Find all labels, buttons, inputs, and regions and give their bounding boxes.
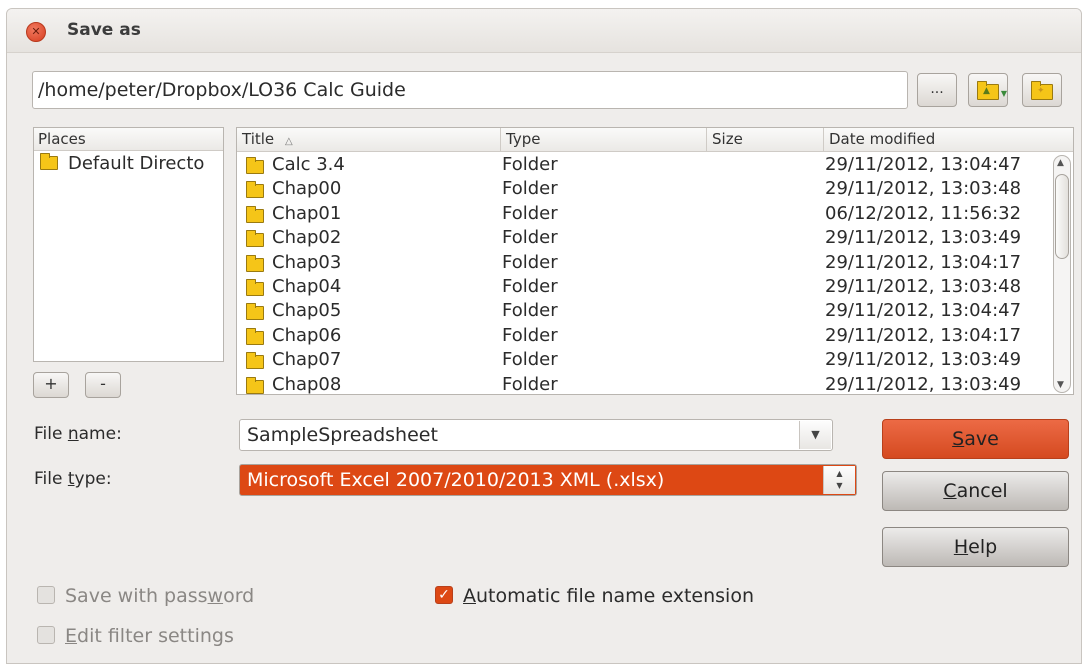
row-date: 29/11/2012, 13:03:48 [825, 178, 1022, 200]
row-date: 06/12/2012, 11:56:32 [825, 202, 1022, 224]
row-type: Folder [502, 227, 558, 249]
row-type: Folder [502, 349, 558, 371]
row-title: Chap05 [272, 300, 342, 322]
table-row[interactable]: Chap01 Folder 06/12/2012, 11:56:32 [237, 202, 1049, 226]
folder-icon [246, 181, 264, 199]
add-place-button[interactable]: + [33, 372, 69, 398]
folder-icon [246, 303, 264, 321]
row-type: Folder [502, 373, 558, 395]
table-row[interactable]: Chap06 Folder 29/11/2012, 13:04:17 [237, 324, 1049, 348]
folder-icon [246, 157, 264, 174]
cancel-button[interactable]: Cancel [882, 471, 1069, 511]
new-folder-button[interactable]: ✦ [1022, 73, 1062, 107]
dialog-title: Save as [67, 20, 141, 40]
file-list: Title △ Type Size Date modified Calc 3.4… [236, 127, 1074, 395]
folder-icon [246, 205, 264, 223]
check-icon[interactable]: ✓ [435, 585, 453, 604]
file-name-value: SampleSpreadsheet [247, 424, 438, 446]
row-date: 29/11/2012, 13:03:49 [825, 349, 1022, 371]
help-button[interactable]: Help [882, 527, 1069, 567]
folder-icon [246, 327, 264, 345]
row-title: Calc 3.4 [272, 154, 345, 175]
file-type-label: File type: [34, 469, 112, 489]
edit-filter-option[interactable]: Edit filter settings [37, 625, 234, 647]
sort-ascending-icon: △ [284, 136, 293, 147]
table-row[interactable]: Chap04 Folder 29/11/2012, 13:03:48 [237, 275, 1049, 299]
row-type: Folder [502, 154, 558, 175]
close-icon[interactable]: ✕ [26, 22, 46, 42]
row-title: Chap06 [272, 324, 342, 346]
folder-icon [246, 254, 264, 272]
folder-icon [246, 278, 264, 296]
column-title-label: Title [242, 130, 275, 148]
places-item-default-directory[interactable]: Default Directo [34, 151, 223, 177]
row-title: Chap02 [272, 227, 342, 249]
row-type: Folder [502, 324, 558, 346]
column-header-date[interactable]: Date modified [824, 128, 1073, 152]
table-row[interactable]: Calc 3.4 Folder 29/11/2012, 13:04:47 [237, 153, 1049, 177]
folder-icon [246, 376, 264, 394]
table-row[interactable]: Chap05 Folder 29/11/2012, 13:04:47 [237, 299, 1049, 323]
file-list-header: Title △ Type Size Date modified [237, 128, 1073, 152]
row-date: 29/11/2012, 13:04:17 [825, 251, 1022, 273]
folder-icon [246, 352, 264, 370]
scroll-down-icon[interactable]: ▼ [1057, 380, 1064, 390]
row-date: 29/11/2012, 13:03:48 [825, 275, 1022, 297]
scroll-up-icon[interactable]: ▲ [1057, 158, 1064, 168]
row-type: Folder [502, 275, 558, 297]
folder-up-icon: ▲ ▼ [977, 80, 1007, 100]
scrollbar-thumb[interactable] [1055, 174, 1069, 259]
row-date: 29/11/2012, 13:04:47 [825, 300, 1022, 322]
row-title: Chap04 [272, 275, 342, 297]
row-date: 29/11/2012, 13:03:49 [825, 227, 1022, 249]
spinner-icon[interactable]: ▲ ▼ [823, 466, 855, 494]
row-type: Folder [502, 178, 558, 200]
path-input[interactable]: /home/peter/Dropbox/LO36 Calc Guide [32, 71, 908, 109]
automatic-extension-option[interactable]: ✓ Automatic file name extension [435, 585, 754, 607]
row-date: 29/11/2012, 13:04:47 [825, 154, 1022, 175]
row-title: Chap07 [272, 349, 342, 371]
column-header-size[interactable]: Size [707, 128, 824, 152]
column-header-title[interactable]: Title △ [237, 128, 501, 152]
column-header-type[interactable]: Type [501, 128, 707, 152]
table-row[interactable]: Chap03 Folder 29/11/2012, 13:04:17 [237, 251, 1049, 275]
table-row[interactable]: Chap07 Folder 29/11/2012, 13:03:49 [237, 348, 1049, 372]
vertical-scrollbar[interactable]: ▲ ▼ [1053, 155, 1071, 393]
table-row[interactable]: Chap02 Folder 29/11/2012, 13:03:49 [237, 226, 1049, 250]
table-row[interactable]: Chap00 Folder 29/11/2012, 13:03:48 [237, 177, 1049, 201]
folder-up-button[interactable]: ▲ ▼ [968, 73, 1008, 107]
row-type: Folder [502, 251, 558, 273]
chevron-down-icon[interactable]: ▼ [799, 421, 831, 449]
row-title: Chap00 [272, 178, 342, 200]
file-type-select[interactable]: Microsoft Excel 2007/2010/2013 XML (.xls… [239, 464, 857, 496]
places-header: Places [34, 128, 223, 151]
table-row[interactable]: Chap08 Folder 29/11/2012, 13:03:49 [237, 373, 1049, 395]
row-type: Folder [502, 300, 558, 322]
edit-filter-checkbox[interactable] [37, 625, 55, 644]
file-rows: Calc 3.4 Folder 29/11/2012, 13:04:47 Chap00… [237, 153, 1049, 395]
folder-icon [246, 230, 264, 248]
save-with-password-option[interactable]: Save with password [37, 585, 254, 607]
title-bar: ✕ Save as [7, 9, 1081, 53]
row-title: Chap03 [272, 251, 342, 273]
save-with-password-checkbox[interactable] [37, 585, 55, 604]
row-date: 29/11/2012, 13:04:17 [825, 324, 1022, 346]
save-button[interactable]: Save [882, 419, 1069, 459]
file-type-value: Microsoft Excel 2007/2010/2013 XML (.xls… [247, 469, 665, 491]
row-title: Chap08 [272, 373, 342, 395]
places-item-label: Default Directo [68, 153, 205, 174]
folder-icon [40, 152, 58, 170]
row-date: 29/11/2012, 13:03:49 [825, 373, 1022, 395]
browse-button[interactable]: ... [917, 73, 957, 107]
new-folder-icon: ✦ [1031, 80, 1053, 100]
row-title: Chap01 [272, 202, 342, 224]
save-as-dialog: ✕ Save as /home/peter/Dropbox/LO36 Calc … [6, 8, 1082, 664]
file-name-combo[interactable]: SampleSpreadsheet ▼ [239, 419, 833, 451]
row-type: Folder [502, 202, 558, 224]
file-name-label: File name: [34, 424, 122, 444]
remove-place-button[interactable]: - [85, 372, 121, 398]
places-panel: Places Default Directo [33, 127, 224, 362]
